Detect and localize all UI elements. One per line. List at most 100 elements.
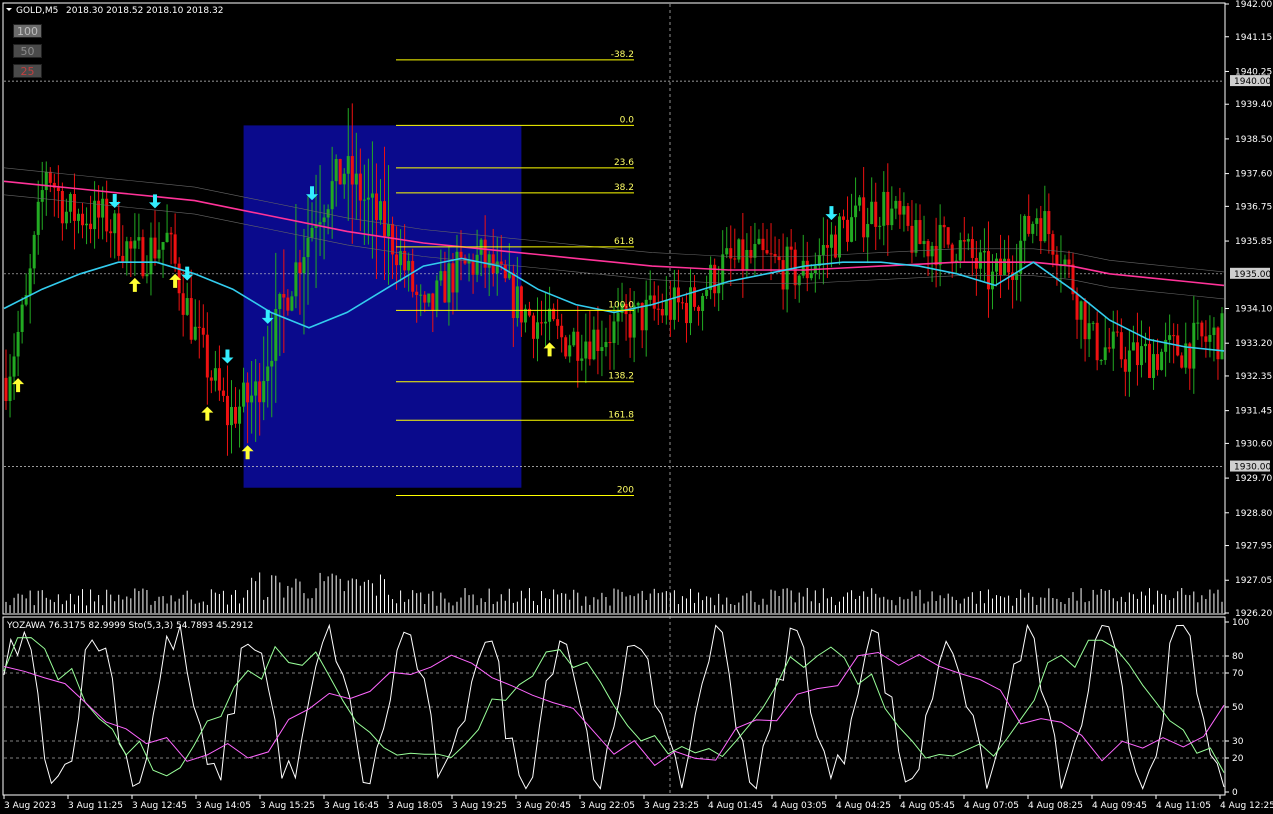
candle-body[interactable] <box>278 294 282 310</box>
candle-body[interactable] <box>664 299 668 316</box>
candle-body[interactable] <box>423 294 427 303</box>
candle-body[interactable] <box>535 322 539 339</box>
candle-body[interactable] <box>97 200 101 218</box>
candle-body[interactable] <box>294 262 298 297</box>
candle-body[interactable] <box>117 213 121 256</box>
candle-body[interactable] <box>427 293 431 303</box>
candle-body[interactable] <box>672 287 676 320</box>
candle-body[interactable] <box>1091 322 1095 324</box>
candle-body[interactable] <box>540 322 544 324</box>
candle-body[interactable] <box>1051 234 1055 255</box>
candle-body[interactable] <box>564 337 568 357</box>
candle-body[interactable] <box>141 237 145 277</box>
candle-body[interactable] <box>1212 327 1216 336</box>
candle-body[interactable] <box>487 254 491 268</box>
candle-body[interactable] <box>205 334 209 378</box>
candle-body[interactable] <box>109 231 113 234</box>
candle-body[interactable] <box>346 156 350 174</box>
candle-body[interactable] <box>338 159 342 185</box>
candle-body[interactable] <box>604 341 608 348</box>
candle-body[interactable] <box>781 260 785 290</box>
candle-body[interactable] <box>201 327 205 335</box>
candle-body[interactable] <box>837 216 841 258</box>
candle-body[interactable] <box>1172 335 1176 337</box>
candle-body[interactable] <box>809 273 813 279</box>
candle-body[interactable] <box>1115 331 1119 333</box>
candle-body[interactable] <box>519 286 523 323</box>
candle-body[interactable] <box>366 197 370 200</box>
candle-body[interactable] <box>1023 215 1027 241</box>
zoom-50-button[interactable]: 50 <box>13 44 42 58</box>
candle-body[interactable] <box>777 256 781 261</box>
candle-body[interactable] <box>36 201 40 235</box>
candle-body[interactable] <box>455 251 459 293</box>
candle-body[interactable] <box>842 216 846 220</box>
candle-body[interactable] <box>72 193 76 221</box>
candle-body[interactable] <box>274 309 278 361</box>
candle-body[interactable] <box>1111 331 1115 349</box>
candle-body[interactable] <box>1168 335 1172 340</box>
candle-body[interactable] <box>471 260 475 275</box>
candle-body[interactable] <box>729 248 733 259</box>
candle-body[interactable] <box>958 240 962 261</box>
candle-body[interactable] <box>234 406 238 424</box>
candle-body[interactable] <box>934 245 938 266</box>
candle-body[interactable] <box>930 245 934 257</box>
candle-body[interactable] <box>757 238 761 244</box>
candle-body[interactable] <box>217 368 221 391</box>
candle-body[interactable] <box>862 197 866 238</box>
candle-body[interactable] <box>568 345 572 357</box>
candle-body[interactable] <box>1208 335 1212 342</box>
candle-body[interactable] <box>121 255 125 262</box>
candle-body[interactable] <box>173 234 177 264</box>
candle-body[interactable] <box>1067 259 1071 265</box>
candle-body[interactable] <box>213 368 217 381</box>
candle-body[interactable] <box>1180 355 1184 368</box>
candle-body[interactable] <box>773 253 777 257</box>
candle-body[interactable] <box>584 341 588 359</box>
candle-body[interactable] <box>950 244 954 262</box>
candle-body[interactable] <box>1192 322 1196 369</box>
candle-body[interactable] <box>644 299 648 331</box>
candle-body[interactable] <box>411 260 415 292</box>
candle-body[interactable] <box>318 222 322 225</box>
candle-body[interactable] <box>225 395 229 426</box>
candle-body[interactable] <box>745 249 749 271</box>
candle-body[interactable] <box>1031 223 1035 234</box>
candle-body[interactable] <box>197 326 201 328</box>
candle-body[interactable] <box>1152 354 1156 378</box>
candle-body[interactable] <box>81 213 85 226</box>
candle-body[interactable] <box>636 302 640 306</box>
candle-body[interactable] <box>89 223 93 230</box>
candle-body[interactable] <box>12 356 16 377</box>
candle-body[interactable] <box>596 329 600 352</box>
candle-body[interactable] <box>32 234 36 269</box>
candle-body[interactable] <box>64 211 68 224</box>
candle-body[interactable] <box>1127 350 1131 372</box>
candle-body[interactable] <box>616 312 620 322</box>
candle-body[interactable] <box>733 258 737 260</box>
candle-body[interactable] <box>906 206 910 226</box>
candle-body[interactable] <box>358 173 362 201</box>
candle-body[interactable] <box>475 254 479 275</box>
candle-body[interactable] <box>652 295 656 309</box>
candle-body[interactable] <box>1135 342 1139 366</box>
candle-body[interactable] <box>229 406 233 426</box>
candle-body[interactable] <box>85 223 89 226</box>
candle-body[interactable] <box>725 248 729 255</box>
candle-body[interactable] <box>1119 332 1123 360</box>
candle-body[interactable] <box>914 220 918 253</box>
candle-body[interactable] <box>769 253 773 255</box>
candle-body[interactable] <box>918 220 922 244</box>
candle-body[interactable] <box>415 291 419 296</box>
candle-body[interactable] <box>741 239 745 271</box>
candle-body[interactable] <box>801 260 805 276</box>
candle-body[interactable] <box>515 286 519 319</box>
candle-body[interactable] <box>443 271 447 303</box>
candle-body[interactable] <box>322 217 326 223</box>
candle-body[interactable] <box>387 223 391 237</box>
candle-body[interactable] <box>354 173 358 185</box>
candle-body[interactable] <box>974 257 978 269</box>
candle-body[interactable] <box>56 187 60 191</box>
candle-body[interactable] <box>266 366 270 382</box>
